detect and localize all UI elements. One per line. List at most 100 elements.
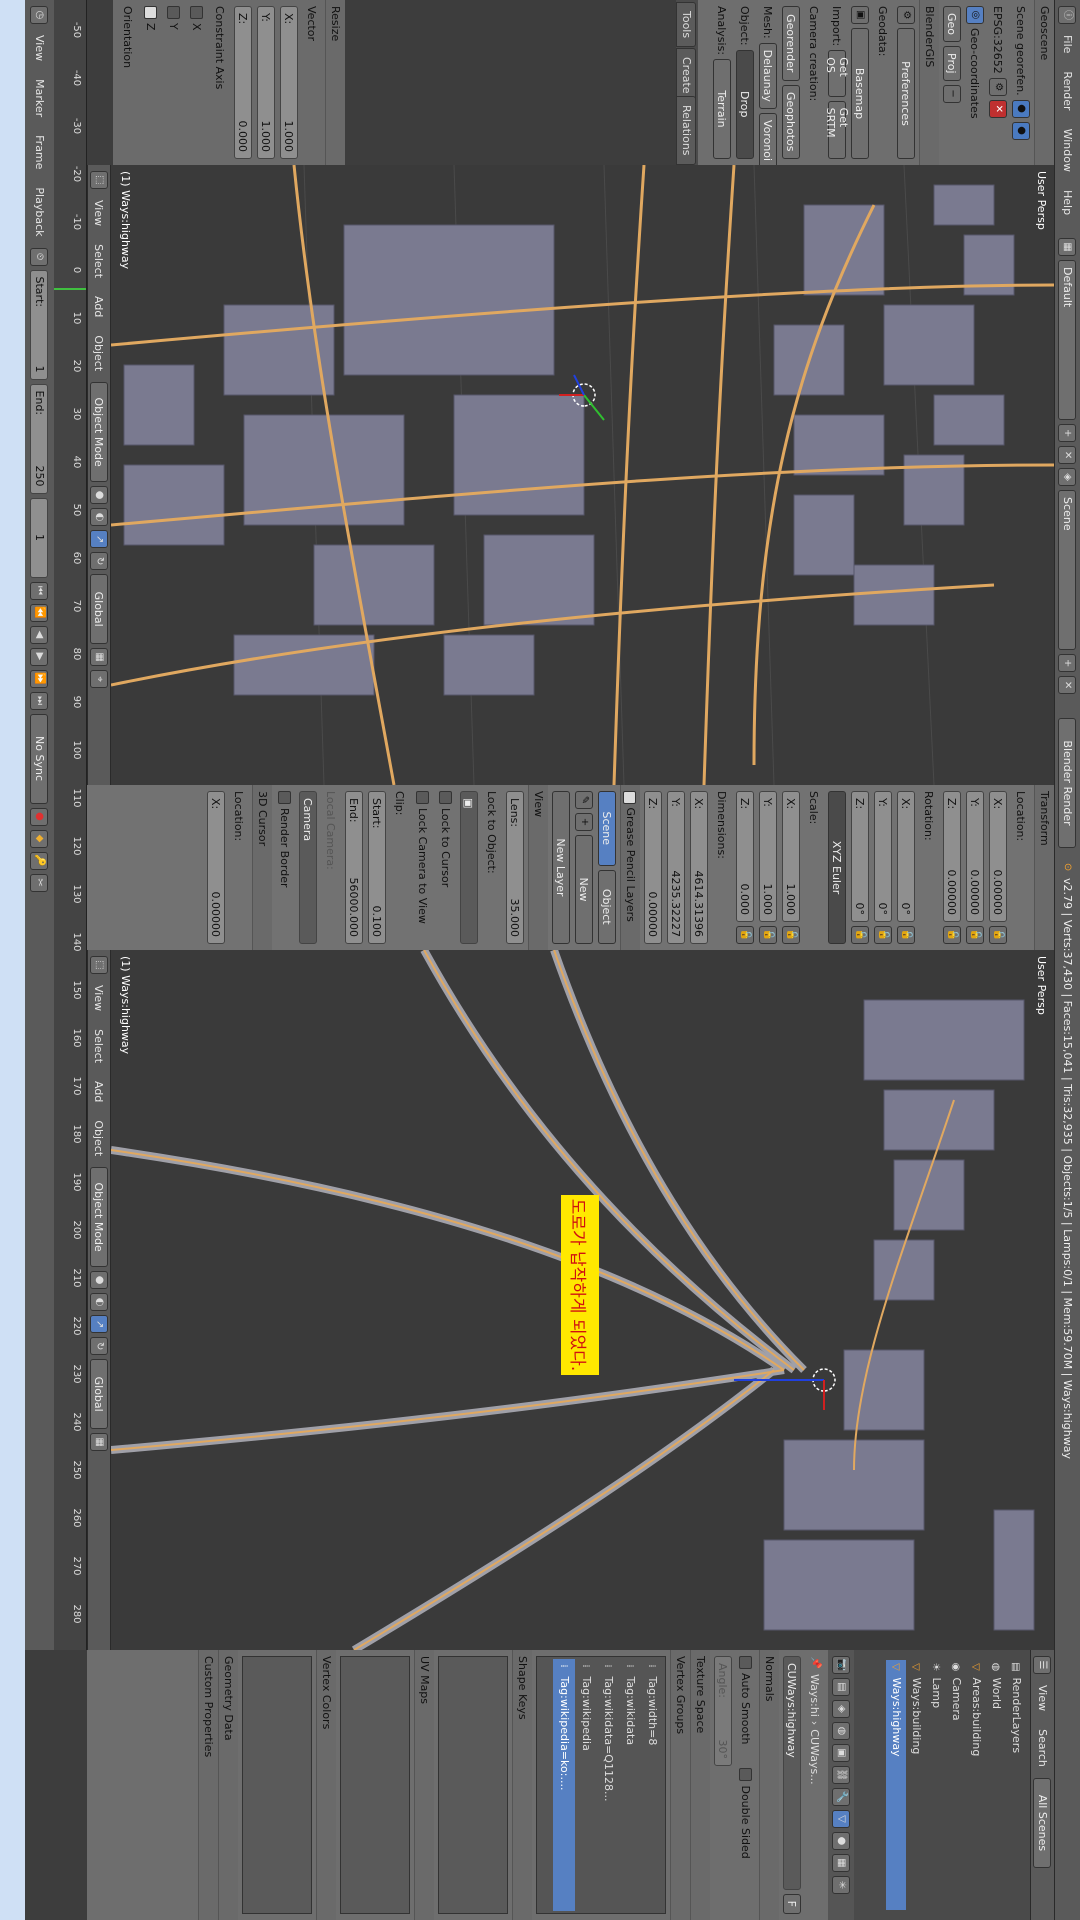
mode-selector-left[interactable]: Object Mode (90, 382, 108, 483)
menu-add-right[interactable]: Add (93, 1074, 106, 1109)
gp-new-button[interactable]: New (575, 835, 593, 944)
pin-icon[interactable]: 📌 (808, 1656, 822, 1670)
vector-x-field[interactable]: X: 1.000 (280, 6, 298, 159)
menu-view-left[interactable]: View (93, 193, 106, 233)
get-osm-button[interactable]: Get OS (824, 50, 850, 97)
angle-field[interactable]: Angle: 30° (714, 1656, 732, 1766)
menu-render[interactable]: Render (1061, 64, 1074, 117)
render-border-checkbox[interactable] (278, 791, 292, 804)
vgroup-item[interactable]: ⁞ Tag:width=8 (641, 1659, 663, 1911)
mode-selector-right[interactable]: Object Mode (90, 1167, 108, 1268)
menu-help[interactable]: Help (1061, 183, 1074, 222)
clip-start-field[interactable]: Start: 0.100 (368, 791, 386, 944)
scl-z-field[interactable]: Z: 0.000 (736, 791, 754, 922)
render-engine-selector[interactable]: Blender Render (1058, 718, 1077, 849)
timeline-menu-view[interactable]: View (33, 28, 46, 68)
shape-keys-header[interactable]: Shape Keys (512, 1650, 532, 1920)
constraint-y-checkbox[interactable] (167, 6, 181, 19)
rot-x-lock-icon[interactable]: 🔓 (897, 926, 915, 944)
prop-scene-icon[interactable]: ◈ (832, 1700, 850, 1718)
loc-y-field[interactable]: Y: 0.00000 (966, 791, 984, 922)
lock-object-field[interactable]: ▣ (460, 791, 478, 944)
vgroup-item[interactable]: ⁞ Tag:wikidata=Q1128... (597, 1659, 619, 1911)
orientation-selector-right[interactable]: Global (90, 1359, 108, 1430)
end-frame-field[interactable]: End: 250 (30, 383, 49, 494)
double-sided-checkbox[interactable] (739, 1768, 753, 1782)
menu-object-right[interactable]: Object (93, 1113, 106, 1163)
scl-z-lock-icon[interactable]: 🔓 (736, 926, 754, 944)
vertex-colors-list[interactable] (242, 1656, 312, 1914)
epsg-gear-icon[interactable]: ⚙ (989, 77, 1007, 96)
menu-select-right[interactable]: Select (93, 1022, 106, 1070)
shading-right-icon[interactable]: ● (90, 1271, 108, 1290)
gp-add-icon[interactable]: + (575, 813, 593, 831)
tab-relations[interactable]: Relations (676, 96, 696, 165)
uv-maps-header[interactable]: UV Maps (414, 1650, 434, 1920)
layers-icon[interactable]: ▦ (90, 648, 108, 667)
resize-header[interactable]: Resize (325, 0, 345, 165)
delaunay-button[interactable]: Delaunay (759, 42, 777, 109)
prop-object-icon[interactable]: ▣ (832, 1744, 850, 1762)
auto-smooth-checkbox[interactable] (739, 1656, 753, 1669)
pivot-right-icon[interactable]: ◐ (90, 1293, 108, 1312)
rot-x-field[interactable]: X: 0° (897, 791, 915, 922)
keying-icon[interactable]: ◆ (30, 829, 49, 848)
prop-texture-icon[interactable]: ▦ (832, 1854, 850, 1872)
scl-y-lock-icon[interactable]: 🔓 (759, 926, 777, 944)
proj-button[interactable]: Proj (943, 46, 961, 81)
menu-select-left[interactable]: Select (93, 237, 106, 285)
prop-layers-icon[interactable]: ▤ (832, 1678, 850, 1696)
transform-header[interactable]: Transform (1034, 785, 1054, 950)
vertex-colors-header[interactable]: Vertex Colors (316, 1650, 336, 1920)
outliner-item-world[interactable]: ◍ World (986, 1660, 1006, 1910)
preferences-button[interactable]: Preferences (897, 28, 915, 159)
loc-x-field[interactable]: X: 0.00000 (989, 791, 1007, 922)
outliner-display-selector[interactable]: All Scenes (1033, 1777, 1052, 1868)
rotation-mode-selector[interactable]: XYZ Euler (828, 791, 846, 944)
layout-icon[interactable]: ▦ (1058, 238, 1077, 257)
prop-constraints-icon[interactable]: ⛓ (832, 1766, 850, 1784)
layout-selector[interactable]: Default (1058, 260, 1077, 421)
current-frame-field[interactable]: 1 (30, 497, 49, 578)
normals-header[interactable]: Normals (759, 1650, 779, 1920)
voronoi-button[interactable]: Voronoi (759, 112, 777, 165)
orientation-selector-left[interactable]: Global (90, 574, 108, 645)
gp-scene-button[interactable]: Scene (598, 791, 616, 866)
custom-properties-header[interactable]: Custom Properties (198, 1650, 218, 1920)
dim-z-field[interactable]: Z: 0.00000 (644, 791, 662, 944)
lens-field[interactable]: Lens: 35.000 (506, 791, 524, 944)
gp-object-button[interactable]: Object (598, 869, 616, 944)
georef-on2-icon[interactable]: ● (1012, 121, 1030, 140)
geometry-data-header[interactable]: Geometry Data (218, 1650, 238, 1920)
outliner-item-lamp[interactable]: ☀ Lamp (926, 1660, 946, 1910)
keyframe-remove-icon[interactable]: ✂ (30, 873, 49, 892)
cursor-x-field[interactable]: X: 0.00000 (207, 791, 225, 944)
loc-x-lock-icon[interactable]: 🔓 (989, 926, 1007, 944)
pivot-icon[interactable]: ◐ (90, 508, 108, 527)
vertex-groups-header[interactable]: Vertex Groups (670, 1650, 690, 1920)
loc-z-field[interactable]: Z: 0.00000 (943, 791, 961, 922)
local-camera-field[interactable]: Camera (299, 791, 317, 944)
cursor-header[interactable]: 3D Cursor (252, 785, 272, 950)
menu-file[interactable]: File (1061, 28, 1074, 60)
viewport-right[interactable]: User Persp (1) Ways:highway 도로가 납작하게 되었다… (111, 950, 1054, 1650)
layout-add-icon[interactable]: + (1058, 424, 1077, 443)
gp-new-layer-button[interactable]: New Layer (552, 791, 570, 944)
loc-z-lock-icon[interactable]: 🔓 (943, 926, 961, 944)
scene-icon[interactable]: ◈ (1058, 468, 1077, 487)
constraint-z-checkbox[interactable] (144, 6, 158, 19)
lock-cursor-checkbox[interactable] (439, 791, 453, 804)
basemap-button[interactable]: Basemap (851, 28, 869, 159)
editor-type-3d-icon[interactable]: ⬚ (90, 171, 108, 189)
layers-right-icon[interactable]: ▦ (90, 1433, 108, 1452)
prop-material-icon[interactable]: ● (832, 1832, 850, 1850)
preview-range-icon[interactable]: ⏲ (30, 247, 49, 266)
gp-layers-header[interactable]: Grease Pencil Layers (620, 785, 640, 950)
rot-y-lock-icon[interactable]: 🔓 (874, 926, 892, 944)
prev-key-icon[interactable]: ⏪ (30, 603, 49, 622)
snap-icon[interactable]: ⌖ (90, 670, 108, 689)
timeline[interactable]: -50 -40 -30 -20 -10 0 10 20 30 40 50 60 70 80 90 100 110… (24, 0, 87, 1650)
menu-add-left[interactable]: Add (93, 289, 106, 324)
dim-y-field[interactable]: Y: 4235.32227 (667, 791, 685, 944)
outliner-item-areas-building[interactable]: ▽ Areas:building (966, 1660, 986, 1910)
